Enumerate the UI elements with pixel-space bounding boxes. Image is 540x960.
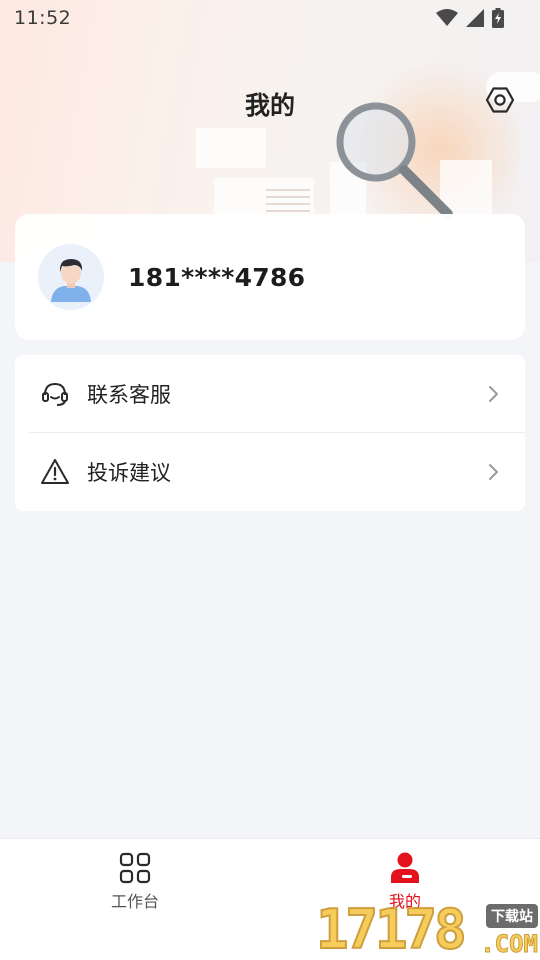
chevron-right-icon xyxy=(489,386,498,402)
user-phone: 181****4786 xyxy=(128,262,306,292)
settings-hex-icon xyxy=(485,87,515,113)
user-avatar-icon xyxy=(38,244,104,310)
page-title: 我的 xyxy=(244,91,295,120)
nav-label: 工作台 xyxy=(110,892,159,911)
nav-tab-workbench[interactable]: 工作台 xyxy=(75,851,195,921)
banner-paper-1 xyxy=(196,128,266,168)
watermark-tag: 下载站 xyxy=(486,904,538,928)
watermark-domain: .COM xyxy=(480,930,539,959)
warning-triangle-icon xyxy=(39,456,71,488)
headset-icon xyxy=(39,378,71,410)
wifi-icon xyxy=(436,9,458,26)
avatar xyxy=(38,244,104,310)
status-time: 11:52 xyxy=(14,7,72,29)
menu-item-complaint[interactable]: 投诉建议 xyxy=(15,433,525,511)
profile-card[interactable]: 181****4786 xyxy=(15,214,525,340)
menu-item-contact-service[interactable]: 联系客服 xyxy=(15,355,525,433)
banner-lines xyxy=(266,189,310,212)
chevron-right-icon xyxy=(489,464,498,480)
menu-item-label: 投诉建议 xyxy=(87,461,171,485)
watermark: 17178 下载站 .COM xyxy=(312,897,540,960)
grid-icon xyxy=(119,852,151,884)
battery-icon xyxy=(492,8,504,28)
status-bar: 11:52 xyxy=(0,0,540,36)
settings-button[interactable] xyxy=(484,84,516,116)
menu-card: 联系客服 投诉建议 xyxy=(15,355,525,511)
signal-icon xyxy=(466,9,484,27)
status-icons xyxy=(436,8,504,28)
person-icon xyxy=(391,852,419,883)
watermark-number: 17178 xyxy=(315,897,468,960)
menu-item-label: 联系客服 xyxy=(87,383,171,407)
